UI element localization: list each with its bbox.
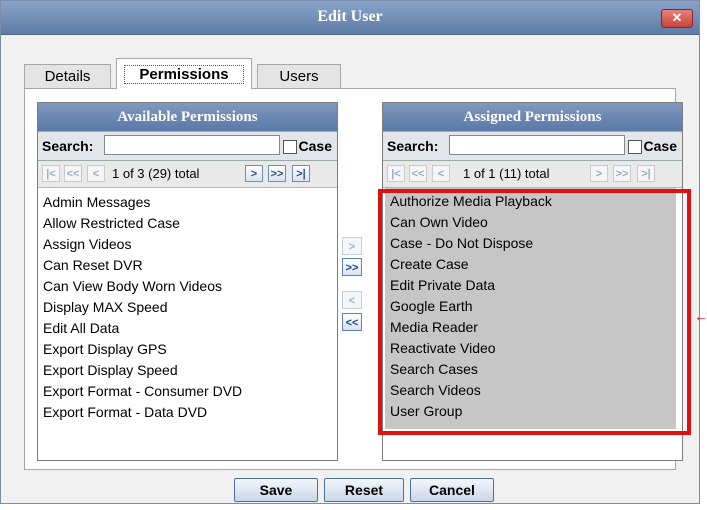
next-pages-icon[interactable]: >>: [613, 165, 631, 182]
list-item[interactable]: Export Display Speed: [43, 360, 337, 381]
assigned-selection-area: Authorize Media Playback Can Own Video C…: [385, 188, 676, 429]
close-icon[interactable]: ✕: [661, 9, 693, 28]
assigned-case-checkbox[interactable]: [628, 140, 642, 154]
prev-pages-icon[interactable]: <<: [64, 165, 82, 182]
list-item[interactable]: Search Videos: [390, 380, 676, 401]
prev-page-icon[interactable]: <: [432, 165, 450, 182]
first-page-icon[interactable]: |<: [42, 165, 60, 182]
callout-arrow-icon: ←: [694, 308, 707, 324]
tab-users[interactable]: Users: [257, 64, 341, 88]
assigned-permissions-pane: Assigned Permissions Search: Case |< << …: [382, 102, 683, 461]
assigned-pager-info: 1 of 1 (11) total: [463, 166, 550, 181]
list-item[interactable]: Export Format - Consumer DVD: [43, 381, 337, 402]
list-item[interactable]: Edit Private Data: [390, 275, 676, 296]
list-item[interactable]: User Group: [390, 401, 676, 422]
save-button[interactable]: Save: [234, 478, 318, 502]
prev-pages-icon[interactable]: <<: [409, 165, 427, 182]
list-item[interactable]: Edit All Data: [43, 318, 337, 339]
available-pager: |< << < 1 of 3 (29) total > >> >|: [38, 161, 337, 188]
remove-all-icon[interactable]: <<: [342, 313, 362, 331]
next-page-icon[interactable]: >: [590, 165, 608, 182]
available-permissions-pane: Available Permissions Search: Case |< <<…: [37, 102, 338, 461]
list-item[interactable]: Admin Messages: [43, 192, 337, 213]
next-pages-icon[interactable]: >>: [268, 165, 286, 182]
add-all-icon[interactable]: >>: [342, 258, 362, 276]
prev-page-icon[interactable]: <: [87, 165, 105, 182]
title-bar: Edit User ✕: [1, 1, 699, 35]
assigned-search-row: Search: Case: [383, 131, 682, 161]
last-page-icon[interactable]: >|: [292, 165, 310, 182]
assigned-pager: |< << < 1 of 1 (11) total > >> >|: [383, 161, 682, 188]
list-item[interactable]: Authorize Media Playback: [390, 191, 676, 212]
assigned-search-label: Search:: [387, 138, 439, 154]
list-item[interactable]: Case - Do Not Dispose: [390, 233, 676, 254]
assigned-permissions-header: Assigned Permissions: [383, 103, 682, 131]
available-search-label: Search:: [42, 138, 94, 154]
available-search-input[interactable]: [104, 135, 280, 155]
add-selected-icon[interactable]: >: [342, 237, 362, 255]
assigned-permissions-list: Authorize Media Playback Can Own Video C…: [385, 188, 676, 422]
tab-permissions[interactable]: Permissions: [116, 58, 252, 89]
available-search-row: Search: Case: [38, 131, 337, 161]
assigned-case-label: Case: [643, 138, 677, 154]
list-item[interactable]: Export Display GPS: [43, 339, 337, 360]
list-item[interactable]: Search Cases: [390, 359, 676, 380]
tab-details[interactable]: Details: [24, 64, 111, 88]
tab-details-label: Details: [44, 68, 91, 85]
available-permissions-header: Available Permissions: [38, 103, 337, 131]
cancel-button[interactable]: Cancel: [410, 478, 494, 502]
first-page-icon[interactable]: |<: [387, 165, 405, 182]
list-item[interactable]: Can Reset DVR: [43, 255, 337, 276]
tab-permissions-label: Permissions: [124, 65, 244, 84]
tab-users-label: Users: [279, 68, 319, 85]
list-item[interactable]: Can View Body Worn Videos: [43, 276, 337, 297]
remove-selected-icon[interactable]: <: [342, 291, 362, 309]
list-item[interactable]: Reactivate Video: [390, 338, 676, 359]
list-item[interactable]: Create Case: [390, 254, 676, 275]
next-page-icon[interactable]: >: [245, 165, 263, 182]
list-item[interactable]: Can Own Video: [390, 212, 676, 233]
reset-button[interactable]: Reset: [324, 478, 404, 502]
available-pager-info: 1 of 3 (29) total: [112, 166, 200, 181]
available-case-checkbox[interactable]: [283, 140, 297, 154]
list-item[interactable]: Media Reader: [390, 317, 676, 338]
list-item[interactable]: Export Format - Data DVD: [43, 402, 337, 423]
available-case-label: Case: [298, 138, 332, 154]
dialog-title: Edit User: [317, 8, 383, 25]
list-item[interactable]: Display MAX Speed: [43, 297, 337, 318]
available-permissions-list: Admin Messages Allow Restricted Case Ass…: [38, 188, 337, 423]
list-item[interactable]: Assign Videos: [43, 234, 337, 255]
list-item[interactable]: Google Earth: [390, 296, 676, 317]
last-page-icon[interactable]: >|: [637, 165, 655, 182]
assigned-search-input[interactable]: [449, 135, 625, 155]
edit-user-dialog: Edit User ✕ Details Permissions Users Av…: [0, 0, 700, 504]
list-item[interactable]: Allow Restricted Case: [43, 213, 337, 234]
